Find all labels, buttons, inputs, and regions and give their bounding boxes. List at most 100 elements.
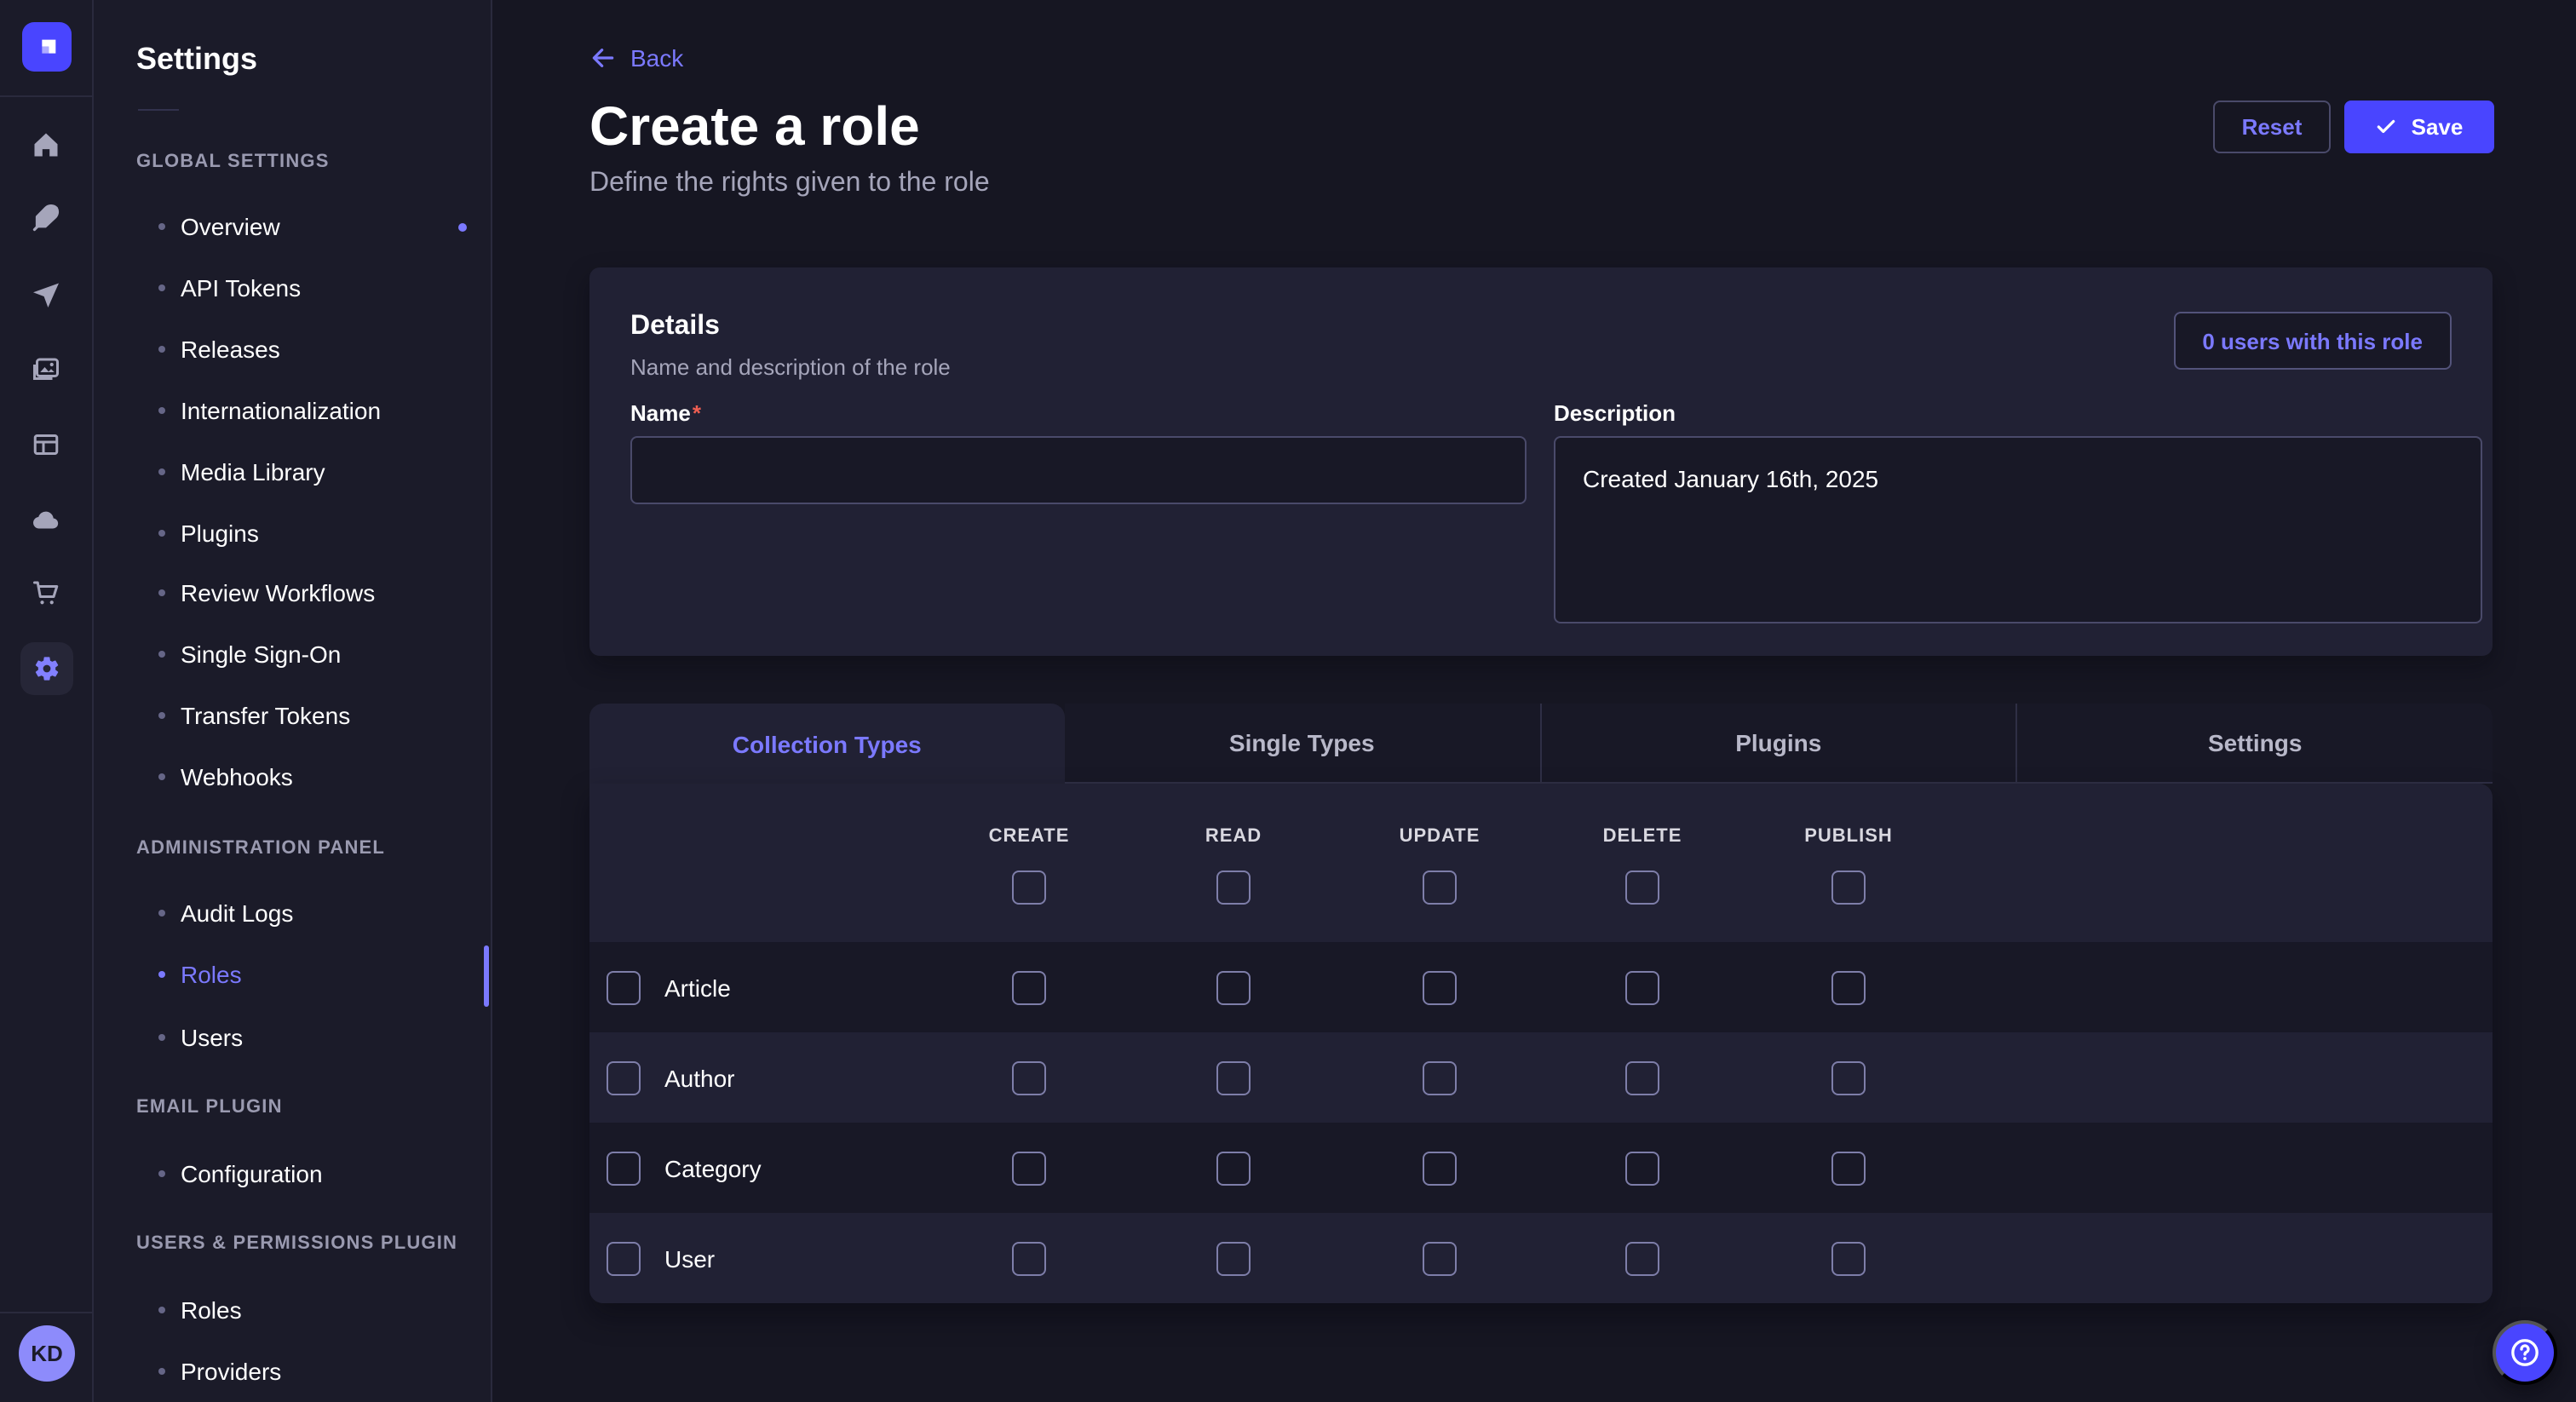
checkbox-article-update[interactable] [1423, 970, 1457, 1004]
bullet-icon [158, 910, 165, 916]
sidebar-item-audit-logs[interactable]: Audit Logs [158, 891, 467, 935]
sidebar-item-overview[interactable]: Overview [158, 204, 467, 249]
details-title: Details [630, 312, 720, 342]
sidebar-item-media-library[interactable]: Media Library [158, 450, 467, 494]
checkbox-author-row[interactable] [607, 1060, 641, 1095]
checkbox-article-create[interactable] [1012, 970, 1046, 1004]
checkbox-category-publish[interactable] [1831, 1151, 1866, 1185]
bullet-icon [158, 530, 165, 537]
sidebar-item-label: Review Workflows [181, 579, 375, 606]
sidebar-item-label: Roles [181, 1296, 242, 1324]
app-window: KD Settings GLOBAL SETTINGS Overview API… [0, 0, 2576, 1402]
sidebar-item-internationalization[interactable]: Internationalization [158, 388, 467, 433]
sidebar-item-api-tokens[interactable]: API Tokens [158, 266, 467, 310]
details-card: Details Name and description of the role… [589, 267, 2493, 656]
tab-plugins[interactable]: Plugins [1539, 704, 2016, 784]
layout-icon[interactable] [29, 428, 63, 462]
name-input[interactable] [630, 436, 1527, 504]
checkbox-user-create[interactable] [1012, 1241, 1046, 1275]
bullet-icon [158, 1034, 165, 1041]
save-label: Save [2412, 114, 2464, 140]
sidebar-title: Settings [136, 42, 257, 78]
checkbox-category-read[interactable] [1216, 1151, 1251, 1185]
table-row-author: Author [589, 1032, 2493, 1123]
permissions-tabs: Collection Types Single Types Plugins Se… [589, 704, 2493, 784]
sidebar-item-configuration[interactable]: Configuration [158, 1152, 467, 1196]
users-with-role-button[interactable]: 0 users with this role [2173, 312, 2452, 370]
question-mark-icon [2508, 1336, 2542, 1370]
checkbox-user-row[interactable] [607, 1241, 641, 1275]
reset-button[interactable]: Reset [2213, 101, 2331, 153]
sidebar-item-roles-admin[interactable]: Roles [158, 952, 467, 997]
page-subtitle: Define the rights given to the role [589, 169, 990, 199]
checkbox-category-delete[interactable] [1625, 1151, 1659, 1185]
sidebar-item-label: Users [181, 1024, 243, 1051]
checkbox-category-row[interactable] [607, 1151, 641, 1185]
checkbox-article-read[interactable] [1216, 970, 1251, 1004]
checkbox-article-delete[interactable] [1625, 970, 1659, 1004]
rail-divider [0, 95, 92, 97]
table-row-user: User [589, 1213, 2493, 1303]
sidebar-item-users[interactable]: Users [158, 1015, 467, 1060]
cart-icon[interactable] [29, 576, 63, 610]
checkbox-author-update[interactable] [1423, 1060, 1457, 1095]
sidebar-scrollbar[interactable] [484, 945, 489, 1007]
checkbox-author-publish[interactable] [1831, 1060, 1866, 1095]
checkbox-select-all-delete[interactable] [1625, 871, 1659, 905]
checkbox-article-publish[interactable] [1831, 970, 1866, 1004]
checkbox-select-all-publish[interactable] [1831, 871, 1866, 905]
sidebar-item-label: Single Sign-On [181, 641, 341, 668]
checkbox-author-create[interactable] [1012, 1060, 1046, 1095]
bullet-icon [158, 773, 165, 780]
strapi-logo[interactable] [22, 22, 72, 72]
table-row-category: Category [589, 1123, 2493, 1213]
checkbox-category-create[interactable] [1012, 1151, 1046, 1185]
checkbox-user-read[interactable] [1216, 1241, 1251, 1275]
checkbox-select-all-create[interactable] [1012, 871, 1046, 905]
sidebar-item-review-workflows[interactable]: Review Workflows [158, 571, 467, 615]
pictures-icon[interactable] [29, 353, 63, 387]
help-button[interactable] [2493, 1320, 2557, 1385]
checkbox-select-all-read[interactable] [1216, 871, 1251, 905]
checkbox-author-delete[interactable] [1625, 1060, 1659, 1095]
tab-collection-types[interactable]: Collection Types [589, 704, 1065, 784]
gear-icon-active[interactable] [20, 642, 73, 695]
paper-plane-icon[interactable] [29, 278, 63, 312]
main-content: Back Create a role Define the rights giv… [492, 0, 2576, 1402]
save-button[interactable]: Save [2344, 101, 2494, 153]
sidebar-item-label: Releases [181, 336, 280, 363]
avatar[interactable]: KD [19, 1325, 75, 1382]
sidebar-item-releases[interactable]: Releases [158, 327, 467, 371]
sidebar-item-webhooks[interactable]: Webhooks [158, 755, 467, 799]
feather-icon[interactable] [29, 201, 63, 235]
sidebar-item-label: Overview [181, 213, 280, 240]
back-link[interactable]: Back [589, 44, 683, 72]
column-header-publish: PUBLISH [1804, 826, 1893, 847]
sidebar-item-single-sign-on[interactable]: Single Sign-On [158, 632, 467, 676]
sidebar-item-plugins[interactable]: Plugins [158, 511, 467, 555]
description-textarea[interactable]: Created January 16th, 2025 [1554, 436, 2482, 623]
checkbox-user-publish[interactable] [1831, 1241, 1866, 1275]
description-label: Description [1554, 400, 1676, 426]
checkbox-user-delete[interactable] [1625, 1241, 1659, 1275]
header-actions: Reset Save [2213, 101, 2494, 153]
name-label: Name* [630, 400, 701, 426]
bullet-icon [158, 1170, 165, 1177]
tab-single-types[interactable]: Single Types [1065, 704, 1540, 784]
checkbox-article-row[interactable] [607, 970, 641, 1004]
checkbox-category-update[interactable] [1423, 1151, 1457, 1185]
sidebar-item-roles-up[interactable]: Roles [158, 1288, 467, 1332]
cloud-icon[interactable] [29, 503, 63, 537]
column-header-delete: DELETE [1603, 826, 1682, 847]
checkbox-author-read[interactable] [1216, 1060, 1251, 1095]
sidebar-item-providers[interactable]: Providers [158, 1349, 467, 1393]
notification-dot-icon [458, 222, 467, 231]
sidebar-item-transfer-tokens[interactable]: Transfer Tokens [158, 693, 467, 738]
checkbox-user-update[interactable] [1423, 1241, 1457, 1275]
bullet-icon [158, 1307, 165, 1313]
details-subtitle: Name and description of the role [630, 354, 951, 380]
tab-settings[interactable]: Settings [2016, 704, 2493, 784]
home-icon[interactable] [29, 128, 63, 162]
bullet-icon [158, 1368, 165, 1375]
checkbox-select-all-update[interactable] [1423, 871, 1457, 905]
